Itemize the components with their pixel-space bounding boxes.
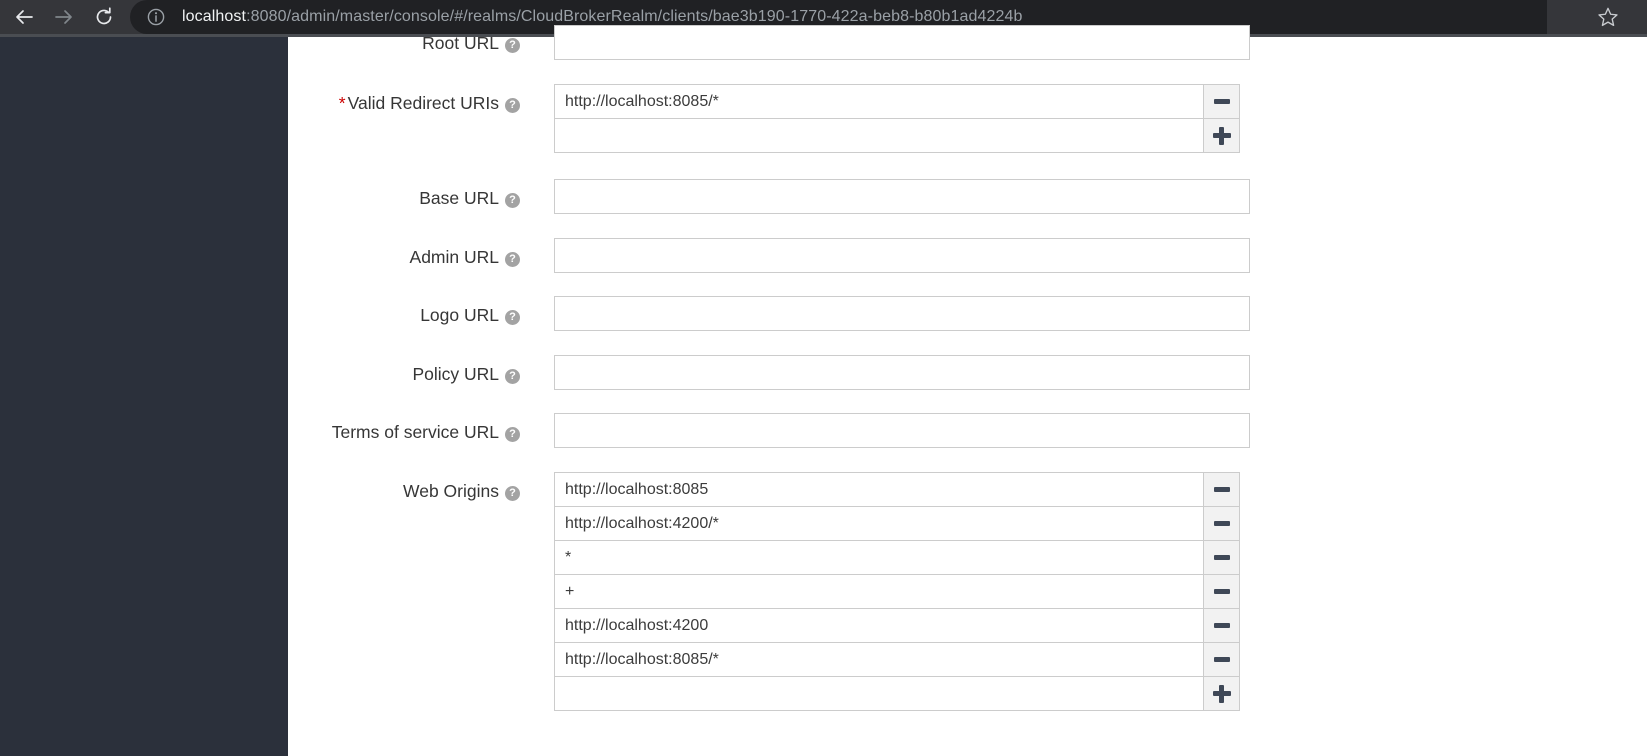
label-policy-url: Policy URL? [288,364,520,384]
minus-icon [1213,555,1230,560]
label-logo-url: Logo URL? [288,305,520,325]
field-web-origins [554,472,1240,711]
remove-web-origin-button[interactable] [1204,642,1240,677]
valid-redirect-uri-input[interactable] [554,118,1204,153]
minus-icon [1213,657,1230,662]
help-icon[interactable]: ? [505,38,520,53]
valid-redirect-uri-input[interactable] [554,84,1204,119]
web-origin-input[interactable] [554,540,1204,575]
help-icon[interactable]: ? [505,193,520,208]
help-icon[interactable]: ? [505,369,520,384]
url-path: :8080/admin/master/console/#/realms/Clou… [246,8,1023,25]
add-valid-redirect-uri-button[interactable] [1204,118,1240,153]
label-terms-of-service-url-text: Terms of service URL [331,422,499,442]
label-logo-url-text: Logo URL [420,305,499,325]
admin-url-input[interactable] [554,238,1250,273]
add-web-origin-button[interactable] [1204,676,1240,711]
minus-icon [1213,487,1230,492]
remove-valid-redirect-uri-button[interactable] [1204,84,1240,119]
label-base-url: Base URL? [288,188,520,208]
help-icon[interactable]: ? [505,310,520,325]
field-admin-url [554,238,1250,273]
plus-icon [1212,126,1231,145]
minus-icon [1213,99,1230,104]
url-host: localhost [182,8,247,25]
remove-web-origin-button[interactable] [1204,574,1240,609]
policy-url-input[interactable] [554,355,1250,390]
field-terms-of-service-url [554,413,1250,448]
logo-url-input[interactable] [554,296,1250,331]
help-icon[interactable]: ? [505,427,520,442]
back-arrow-icon[interactable] [4,0,44,34]
page-body: Root URL? * Valid Redirect URIs? http://… [0,25,1647,756]
plus-icon [1212,684,1231,703]
remove-web-origin-button[interactable] [1204,472,1240,507]
label-admin-url: Admin URL? [288,247,520,267]
field-base-url [554,179,1250,214]
web-origin-input[interactable] [554,472,1204,507]
label-base-url-text: Base URL [419,188,499,208]
browser-nav-buttons [0,0,124,34]
label-valid-redirect-uris: * Valid Redirect URIs? [288,93,520,113]
reload-icon[interactable] [84,0,124,34]
remove-web-origin-button[interactable] [1204,540,1240,575]
root-url-input[interactable] [554,25,1250,60]
label-valid-redirect-uris-text: Valid Redirect URIs [347,93,499,113]
field-root-url [554,25,1250,60]
address-bar-url: localhost:8080/admin/master/console/#/re… [182,8,1022,26]
star-bookmark-icon[interactable] [1591,0,1625,34]
web-origin-input[interactable] [554,676,1204,711]
web-origin-row [554,472,1240,507]
remove-web-origin-button[interactable] [1204,506,1240,541]
web-origin-row [554,506,1240,541]
minus-icon [1213,623,1230,628]
valid-redirect-uri-row [554,84,1240,119]
required-marker: * [338,93,346,113]
help-icon[interactable]: ? [505,486,520,501]
label-terms-of-service-url: Terms of service URL? [288,422,520,442]
web-origin-input[interactable] [554,642,1204,677]
admin-sidebar [0,37,288,756]
forward-arrow-icon[interactable] [44,0,84,34]
web-origin-row [554,676,1240,711]
remove-web-origin-button[interactable] [1204,608,1240,643]
field-valid-redirect-uris [554,84,1240,153]
field-logo-url [554,296,1250,331]
terms-of-service-url-input[interactable] [554,413,1250,448]
web-origin-row [554,574,1240,609]
web-origin-input[interactable] [554,608,1204,643]
base-url-input[interactable] [554,179,1250,214]
web-origin-input[interactable] [554,574,1204,609]
help-icon[interactable]: ? [505,252,520,267]
web-origin-row [554,540,1240,575]
client-settings-form: Root URL? * Valid Redirect URIs? http://… [288,25,1647,756]
minus-icon [1213,521,1230,526]
minus-icon [1213,589,1230,594]
label-policy-url-text: Policy URL [412,364,499,384]
web-origin-input[interactable] [554,506,1204,541]
help-icon[interactable]: ? [505,98,520,113]
label-web-origins-text: Web Origins [403,481,499,501]
web-origin-row [554,642,1240,677]
field-policy-url [554,355,1250,390]
label-root-url: Root URL? [288,33,520,53]
web-origin-row [554,608,1240,643]
label-root-url-text: Root URL [422,33,499,53]
label-web-origins: Web Origins? [288,481,520,501]
label-admin-url-text: Admin URL [409,247,499,267]
valid-redirect-uri-row [554,118,1240,153]
info-circle-icon[interactable] [146,7,166,27]
